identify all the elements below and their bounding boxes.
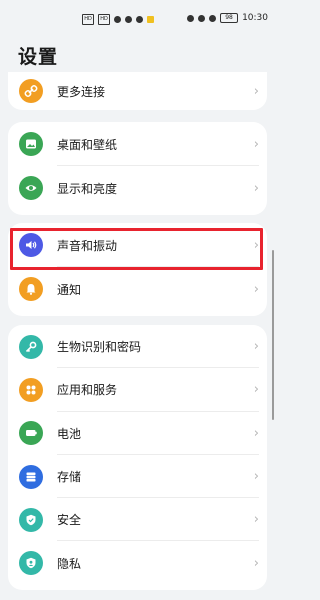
settings-item-apps[interactable]: 应用和服务 ›: [8, 368, 267, 412]
settings-group-sound: 声音和振动 › 通知 ›: [8, 223, 267, 316]
mute-icon: [209, 14, 217, 22]
chevron-right-icon: ›: [253, 237, 259, 253]
settings-item-shield[interactable]: 安全 ›: [8, 498, 267, 542]
settings-group-system: 生物识别和密码 › 应用和服务 › 电池 › 存储 › 安全 › 隐私 ›: [8, 325, 267, 590]
settings-item-bell[interactable]: 通知 ›: [8, 267, 267, 311]
battery-icon: [19, 421, 43, 446]
bell-icon: [19, 277, 43, 301]
key-icon: [19, 334, 43, 359]
settings-item-battery[interactable]: 电池 ›: [8, 412, 267, 455]
sim-hd-icon: HD: [98, 14, 110, 25]
settings-item-label: 隐私: [57, 556, 82, 571]
status-left-icons: HD HD: [82, 14, 154, 25]
settings-item-eye[interactable]: 显示和亮度 ›: [8, 166, 267, 210]
settings-item-label: 安全: [57, 513, 82, 528]
settings-item-privacy[interactable]: 隐私 ›: [8, 541, 267, 584]
settings-group-display: 桌面和壁纸 › 显示和亮度 ›: [8, 122, 267, 215]
settings-item-label: 电池: [57, 426, 82, 441]
chevron-right-icon: ›: [253, 425, 259, 441]
alarm-icon: [187, 14, 195, 22]
bluetooth-icon: [198, 14, 206, 22]
status-right-icons: 98 10:30: [187, 13, 268, 23]
clock: 10:30: [242, 13, 268, 23]
chevron-right-icon: ›: [253, 469, 259, 485]
chevron-right-icon: ›: [253, 555, 259, 571]
speaker-icon: [19, 233, 43, 257]
scrollbar[interactable]: [272, 250, 274, 420]
status-bar: HD HD 98 10:30: [0, 0, 276, 38]
chevron-right-icon: ›: [253, 339, 259, 355]
chevron-right-icon: ›: [253, 83, 259, 99]
settings-item-link[interactable]: 更多连接 ›: [8, 72, 267, 110]
apps-icon: [19, 377, 43, 402]
chevron-right-icon: ›: [253, 512, 259, 528]
settings-item-label: 生物识别和密码: [57, 340, 142, 355]
settings-item-label: 更多连接: [57, 84, 106, 99]
settings-item-label: 存储: [57, 470, 82, 485]
privacy-icon: [19, 551, 43, 576]
storage-icon: [19, 464, 43, 489]
settings-item-label: 显示和亮度: [57, 181, 118, 196]
link-icon: [19, 79, 43, 103]
eye-icon: [19, 176, 43, 200]
settings-item-label: 声音和振动: [57, 238, 118, 253]
settings-item-speaker[interactable]: 声音和振动 ›: [8, 223, 267, 267]
settings-group-connections: 更多连接 ›: [8, 72, 267, 110]
settings-item-image[interactable]: 桌面和壁纸 ›: [8, 122, 267, 166]
settings-item-label: 桌面和壁纸: [57, 137, 118, 152]
settings-item-label: 应用和服务: [57, 383, 118, 398]
page-title: 设置: [18, 46, 59, 68]
image-icon: [19, 132, 43, 156]
settings-item-label: 通知: [57, 282, 82, 297]
battery-status: 98: [220, 13, 239, 23]
chevron-right-icon: ›: [253, 136, 259, 152]
sim-hd-icon: HD: [82, 14, 94, 25]
wifi-icon: [114, 16, 121, 23]
chat-icon: [125, 16, 132, 23]
chevron-right-icon: ›: [253, 281, 259, 297]
settings-item-storage[interactable]: 存储 ›: [8, 455, 267, 499]
shield-icon: [19, 507, 43, 532]
chevron-right-icon: ›: [253, 382, 259, 398]
settings-item-key[interactable]: 生物识别和密码 ›: [8, 325, 267, 369]
chevron-right-icon: ›: [253, 180, 259, 196]
chat-icon: [136, 16, 143, 23]
notify-icon: [147, 16, 154, 23]
